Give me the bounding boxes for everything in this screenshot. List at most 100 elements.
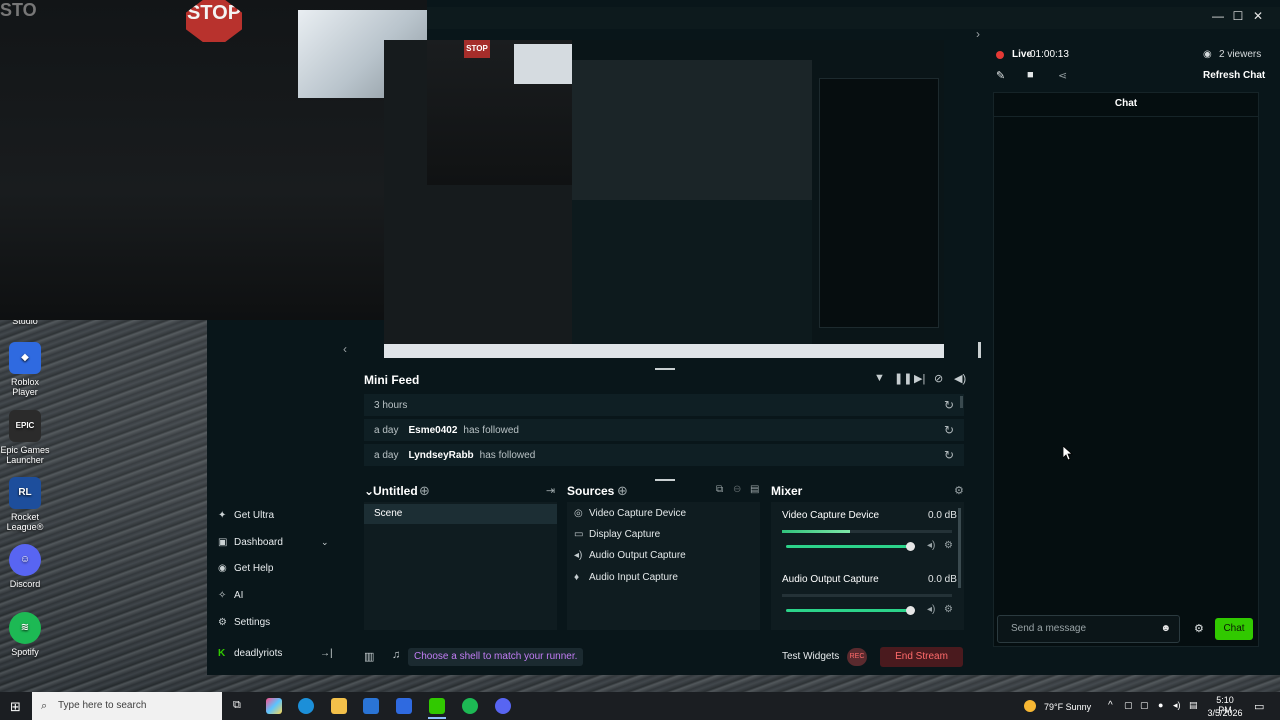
nested-screenshot — [572, 60, 812, 210]
chat-send-button[interactable]: Chat — [1215, 618, 1253, 640]
source-item[interactable]: ◎ Video Capture Device — [574, 508, 686, 519]
search-icon: ⌕ — [41, 700, 48, 712]
volume-mute-icon[interactable]: ◂) — [927, 540, 935, 551]
feed-scrollbar[interactable] — [960, 396, 963, 408]
desktop-icon-rocket-league[interactable]: RL Rocket League® — [0, 477, 50, 532]
clip-camera-icon[interactable]: ■ — [1027, 69, 1034, 81]
filter-icon[interactable]: ▼ — [874, 372, 885, 384]
logout-icon[interactable]: →| — [320, 648, 333, 659]
replay-icon[interactable]: ↻ — [944, 423, 954, 437]
source-item[interactable]: ♦ Audio Input Capture — [574, 572, 678, 583]
mixer-title: Mixer — [771, 484, 803, 498]
scene-item[interactable]: Scene — [364, 504, 557, 524]
maximize-icon[interactable]: ☐ — [1228, 8, 1248, 24]
sidebar-item-get-ultra[interactable]: ✦ Get Ultra — [218, 505, 338, 525]
weather-text[interactable]: 79°F Sunny — [1044, 702, 1091, 712]
sidebar-item-dashboard[interactable]: ▣ Dashboard ⌄ — [218, 532, 338, 552]
mixer-scrollbar[interactable] — [958, 508, 961, 588]
mute-alerts-icon[interactable]: ⊘ — [934, 372, 943, 385]
spotify-taskbar-icon[interactable] — [462, 698, 478, 714]
sources-title: Sources — [567, 484, 615, 498]
end-stream-button[interactable]: End Stream — [880, 647, 963, 667]
volume-slider[interactable] — [786, 606, 915, 615]
file-explorer-icon[interactable] — [331, 698, 347, 714]
desktop-icon-spotify[interactable]: ≋ Spotify — [0, 612, 50, 657]
source-settings-icon[interactable]: ▤ — [750, 484, 759, 495]
sidebar-user[interactable]: K deadlyriots →| — [218, 643, 338, 663]
slider-knob[interactable] — [906, 606, 915, 615]
desktop-icon-epic-games[interactable]: EPIC Epic Games Launcher — [0, 410, 50, 465]
discord-taskbar-icon[interactable] — [495, 698, 511, 714]
hint-banner[interactable]: Choose a shell to match your runner. — [408, 648, 584, 666]
volume-icon[interactable]: ◀) — [954, 372, 966, 385]
close-icon[interactable]: ✕ — [1248, 8, 1268, 24]
mini-feed-row[interactable]: 3 hours ↻ — [364, 394, 964, 416]
refresh-chat-button[interactable]: Refresh Chat — [1203, 70, 1265, 81]
scene-transition-icon[interactable]: ⇥ — [546, 484, 555, 497]
minimize-icon[interactable]: — — [1208, 8, 1228, 24]
drag-handle[interactable] — [655, 479, 675, 481]
desktop-icon-roblox[interactable]: ◆ Roblox Player — [0, 342, 50, 397]
edit-pencil-icon[interactable]: ✎ — [996, 69, 1005, 82]
slider-knob[interactable] — [906, 542, 915, 551]
scene-collection-title[interactable]: Untitled — [373, 484, 418, 498]
roblox-icon: ◆ — [9, 342, 41, 374]
feed-user: LyndseyRabb — [408, 449, 474, 461]
mini-feed-row[interactable]: a day LyndseyRabb has followed ↻ — [364, 444, 964, 466]
webcam-icon: ◎ — [574, 508, 583, 519]
spotify-icon: ≋ — [9, 612, 41, 644]
desktop-icon-label: Epic Games Launcher — [0, 445, 50, 465]
pause-icon[interactable]: ❚❚ — [894, 372, 912, 385]
clock-date[interactable]: 3/5/2026 — [1205, 708, 1245, 718]
gear-icon[interactable]: ⚙ — [944, 540, 953, 551]
windows-start-icon[interactable]: ⊞ — [10, 699, 21, 715]
speaker-icon: ◂) — [574, 550, 583, 561]
tray-overflow-icon[interactable]: ^ — [1108, 700, 1113, 711]
chevron-left-icon[interactable]: ‹ — [343, 342, 347, 356]
sidebar-item-ai[interactable]: ✧ AI — [218, 585, 338, 605]
add-scene-icon[interactable]: ⊕ — [419, 483, 430, 499]
source-item[interactable]: ◂) Audio Output Capture — [574, 550, 686, 561]
test-widgets-button[interactable]: Test Widgets — [782, 651, 839, 662]
network-tray-icon[interactable]: ▤ — [1189, 700, 1198, 711]
add-source-icon[interactable]: ⊕ — [617, 483, 628, 499]
volume-mute-icon[interactable]: ◂) — [927, 604, 935, 615]
resize-handle[interactable] — [978, 342, 981, 358]
sidebar-item-get-help[interactable]: ◉ Get Help — [218, 558, 338, 578]
chevron-down-icon[interactable]: ⌄ — [321, 537, 329, 548]
mic-tray-icon[interactable]: ● — [1158, 700, 1163, 710]
share-icon[interactable]: ⋖ — [1058, 69, 1067, 82]
edge-icon[interactable] — [298, 698, 314, 714]
sidebar-item-settings[interactable]: ⚙ Settings — [218, 612, 338, 632]
rec-button[interactable]: REC — [847, 648, 867, 666]
store-icon[interactable] — [363, 698, 379, 714]
source-remove-icon[interactable]: ⊖ — [733, 484, 741, 495]
stats-icon[interactable]: ▥ — [364, 650, 374, 663]
copilot-icon[interactable] — [266, 698, 282, 714]
desktop-icon-discord[interactable]: ☺ Discord — [0, 544, 50, 589]
notifications-icon[interactable]: ▭ — [1254, 700, 1264, 713]
replay-icon[interactable]: ↻ — [944, 398, 954, 412]
taskbar-search-box[interactable]: ⌕ Type here to search — [32, 692, 222, 720]
replay-icon[interactable]: ↻ — [944, 448, 954, 462]
feed-action: has followed — [463, 424, 519, 436]
emoji-icon[interactable]: ☻ — [1160, 616, 1171, 642]
volume-tray-icon[interactable]: ◂) — [1173, 700, 1181, 711]
chat-message-input[interactable]: Send a message ☻ — [997, 615, 1180, 643]
stream-preview[interactable]: STOP — [384, 40, 944, 358]
chat-settings-icon[interactable]: ⚙ — [1194, 622, 1204, 635]
tray-app-icon[interactable]: ▢ — [1140, 700, 1149, 711]
source-item[interactable]: ▭ Display Capture — [574, 529, 660, 540]
chevron-right-icon[interactable]: › — [976, 27, 980, 41]
gear-icon[interactable]: ⚙ — [944, 604, 953, 615]
streamlabs-icon[interactable] — [429, 698, 445, 714]
task-view-icon[interactable]: ⧉ — [233, 699, 241, 712]
mini-feed-row[interactable]: a day Esme0402 has followed ↻ — [364, 419, 964, 441]
source-folder-icon[interactable]: ⧉ — [716, 484, 723, 495]
notification-bell-icon[interactable]: ♫ — [392, 649, 400, 661]
volume-slider[interactable] — [786, 542, 915, 551]
mixer-settings-icon[interactable]: ⚙ — [954, 484, 964, 497]
tray-app-icon[interactable]: ▢ — [1124, 700, 1133, 711]
outlook-icon[interactable] — [396, 698, 412, 714]
skip-icon[interactable]: ▶| — [914, 372, 925, 385]
